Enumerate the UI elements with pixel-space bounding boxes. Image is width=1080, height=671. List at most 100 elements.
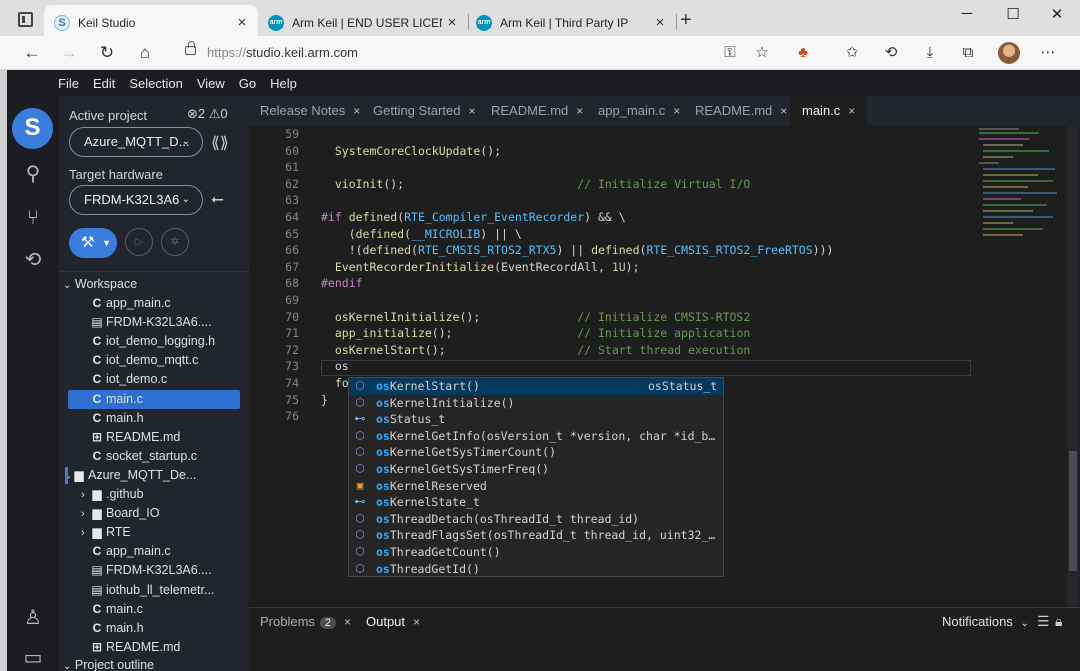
feedback-icon[interactable]: ▭	[19, 644, 47, 671]
code-line[interactable]: os	[321, 359, 349, 373]
code-line[interactable]: (defined(__MICROLIB) || \	[321, 227, 522, 241]
project-settings-icon[interactable]: ⟪⟫	[211, 133, 229, 153]
code-line[interactable]: #if defined(RTE_Compiler_EventRecorder) …	[321, 210, 626, 224]
url-field[interactable]: https://studio.keil.arm.com	[207, 45, 358, 60]
close-icon[interactable]: ×	[848, 104, 855, 118]
suggestion-item[interactable]: ⬡ osKernelGetInfo(osVersion_t *version, c…	[349, 428, 723, 445]
tree-file[interactable]: Capp_main.c	[59, 542, 249, 561]
menu-selection[interactable]: Selection	[129, 76, 182, 91]
tree-folder[interactable]: ⌄▆Azure_MQTT_De...	[59, 466, 249, 485]
suggestion-item[interactable]: ⬡ osKernelStart() osStatus_t	[349, 378, 723, 395]
tree-file[interactable]: Cmain.c	[68, 389, 240, 409]
tree-file[interactable]: Ciot_demo_logging.h	[59, 332, 249, 351]
browser-tab-third-party[interactable]: arm Arm Keil | Third Party IP ×	[466, 5, 676, 40]
refresh-icon[interactable]: ↻	[96, 42, 118, 64]
browser-tab-keil-studio[interactable]: S Keil Studio ×	[44, 5, 258, 40]
account-icon[interactable]: ♙	[19, 604, 47, 632]
code-line[interactable]: osKernelInitialize(); // Initialize CMSI…	[321, 310, 750, 324]
close-icon[interactable]: ×	[468, 104, 475, 118]
tab-getting-started[interactable]: Getting Started ×	[373, 96, 475, 126]
tab-problems[interactable]: Problems 2 ×	[260, 614, 351, 629]
tab-readme[interactable]: README.md ×	[491, 96, 583, 126]
usb-icon[interactable]: ⭠	[211, 191, 224, 209]
tree-file[interactable]: Csocket_startup.c	[59, 447, 249, 466]
close-icon[interactable]: ×	[780, 104, 787, 118]
active-project-select[interactable]: Azure_MQTT_D... ⌄	[69, 127, 203, 157]
suggestion-item[interactable]: ⊷ osKernelState_t	[349, 494, 723, 511]
tree-folder[interactable]: › ▆ RTE	[59, 523, 249, 542]
downloads-icon[interactable]: ⤓	[920, 43, 940, 63]
history-icon[interactable]: ⟲	[19, 246, 47, 274]
notifications-select[interactable]: Notifications ⌄	[942, 614, 1029, 629]
code-line[interactable]: #endif	[321, 276, 363, 290]
suggestion-item[interactable]: ⬡ osThreadGetCount()	[349, 544, 723, 561]
suggestion-item[interactable]: ▣ osKernelReserved	[349, 478, 723, 495]
tab-output[interactable]: Output ×	[366, 614, 420, 629]
tree-folder[interactable]: › ▆ .github	[59, 485, 249, 504]
suggestion-item[interactable]: ⬡ osKernelGetSysTimerCount()	[349, 444, 723, 461]
source-control-icon[interactable]: ⑂	[19, 204, 47, 232]
maximize-icon[interactable]: ☐	[998, 5, 1028, 23]
lock-scroll-icon[interactable]: 🔒︎	[1055, 613, 1062, 630]
code-line[interactable]: EventRecorderInitialize(EventRecordAll, …	[321, 260, 640, 274]
more-icon[interactable]: ⋯	[1038, 43, 1058, 63]
tree-file[interactable]: ⊞ README.md	[59, 638, 249, 657]
close-tab-icon[interactable]: ×	[650, 14, 670, 31]
new-tab-button[interactable]: +	[680, 9, 692, 32]
tab-actions-icon[interactable]	[18, 12, 33, 27]
browser-tab-eula[interactable]: arm Arm Keil | END USER LICENSE AGREEMEN…	[258, 5, 468, 40]
menu-go[interactable]: Go	[239, 76, 256, 91]
project-outline-header[interactable]: ⌄ Project outline	[59, 656, 249, 671]
menu-file[interactable]: File	[58, 76, 79, 91]
code-line[interactable]: vioInit(); // Initialize Virtual I/O	[321, 177, 750, 191]
run-button[interactable]: ▷	[125, 228, 153, 256]
minimize-icon[interactable]: ─	[952, 5, 982, 22]
tab-release-notes[interactable]: Release Notes ×	[260, 96, 360, 126]
key-icon[interactable]: ⚿	[720, 43, 740, 63]
close-icon[interactable]: ×	[576, 104, 583, 118]
clear-output-icon[interactable]: ☰	[1037, 613, 1050, 630]
close-tab-icon[interactable]: ×	[442, 14, 462, 31]
build-button[interactable]: ⚒ ▼	[69, 228, 117, 258]
tree-file[interactable]: Capp_main.c	[59, 294, 249, 313]
search-icon[interactable]: ⚲	[19, 160, 47, 188]
add-favorite-icon[interactable]: ☆	[752, 43, 772, 63]
suggestion-item[interactable]: ⬡ osKernelGetSysTimerFreq()	[349, 461, 723, 478]
tree-file[interactable]: ▤ FRDM-K32L3A6....	[59, 313, 249, 332]
target-hardware-select[interactable]: FRDM-K32L3A6 ⌄	[69, 185, 203, 215]
close-window-icon[interactable]: ✕	[1042, 5, 1072, 23]
suggestion-item[interactable]: ⬡ osThreadGetId()	[349, 561, 723, 578]
suggestion-item[interactable]: ⬡ osThreadFlagsSet(osThreadId_t thread_id…	[349, 527, 723, 544]
code-line[interactable]: app_initialize(); // Initialize applicat…	[321, 326, 750, 340]
extension-icon[interactable]: ♣	[793, 43, 813, 63]
tree-file[interactable]: Cmain.h	[59, 409, 249, 428]
close-icon[interactable]: ×	[413, 615, 420, 629]
code-line[interactable]: SystemCoreClockUpdate();	[321, 144, 501, 158]
history-icon[interactable]: ⟲	[881, 43, 901, 63]
tab-readme-2[interactable]: README.md ×	[695, 96, 787, 126]
chevron-down-icon[interactable]: ▼	[102, 228, 111, 258]
editor-scroll-thumb[interactable]	[1069, 451, 1077, 571]
profile-avatar[interactable]	[998, 42, 1020, 64]
collections-icon[interactable]: ⧉	[958, 43, 978, 63]
tree-file[interactable]: Ciot_demo.c	[59, 370, 249, 389]
tree-file[interactable]: ⊞ README.md	[59, 428, 249, 447]
code-line[interactable]: osKernelStart(); // Start thread executi…	[321, 343, 750, 357]
home-icon[interactable]: ⌂	[134, 42, 156, 64]
problem-counts[interactable]: ⊗2 ⚠0	[187, 106, 228, 122]
back-icon[interactable]: ←	[21, 42, 43, 64]
close-icon[interactable]: ×	[353, 104, 360, 118]
lock-icon[interactable]	[185, 41, 196, 55]
keil-studio-logo-icon[interactable]: S	[12, 108, 53, 149]
autocomplete-popup[interactable]: ⬡ osKernelStart() osStatus_t ⬡ osKernelIniti…	[348, 377, 724, 577]
workspace-section-header[interactable]: ⌄ Workspace	[59, 275, 249, 294]
forward-icon[interactable]: →	[58, 42, 80, 64]
minimap[interactable]	[979, 128, 1057, 248]
close-icon[interactable]: ×	[673, 104, 680, 118]
tree-folder[interactable]: › ▆ Board_IO	[59, 504, 249, 523]
favorites-icon[interactable]: ✩	[842, 43, 862, 63]
debug-button[interactable]: ✲	[161, 228, 189, 256]
code-line[interactable]: !(defined(RTE_CMSIS_RTOS2_RTX5) || defin…	[321, 243, 834, 257]
menu-edit[interactable]: Edit	[93, 76, 115, 91]
tree-file[interactable]: Cmain.h	[59, 619, 249, 638]
